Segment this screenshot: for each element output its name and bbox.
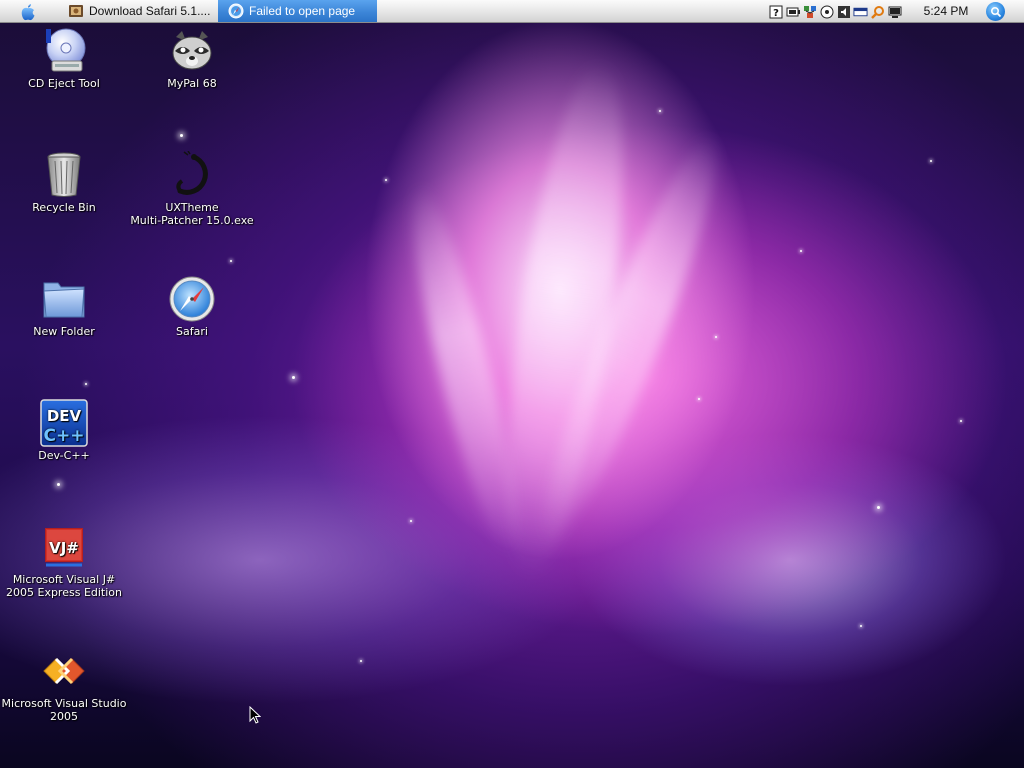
star xyxy=(960,420,962,422)
svg-text:C++: C++ xyxy=(44,426,85,446)
star xyxy=(860,625,862,627)
star xyxy=(292,376,295,379)
desktop-icon-recycle-bin[interactable]: Recycle Bin xyxy=(0,151,128,214)
battery-icon[interactable] xyxy=(785,4,800,19)
taskbar-item-download-safari[interactable]: Download Safari 5.1.... xyxy=(62,0,214,22)
desktop-icon-label: Microsoft Visual J# 2005 Express Edition xyxy=(6,573,122,599)
star xyxy=(715,336,717,338)
star xyxy=(385,179,387,181)
star xyxy=(800,250,802,252)
network-icon[interactable] xyxy=(802,4,817,19)
browser-icon xyxy=(69,5,83,17)
taskbar-item-failed-to-open-page[interactable]: Failed to open page xyxy=(218,0,377,22)
svg-text:VJ#: VJ# xyxy=(49,539,79,557)
devcpp-icon: DEV C++ xyxy=(40,399,88,447)
star xyxy=(57,483,60,486)
desktop-icon-visual-studio[interactable]: Microsoft Visual Studio 2005 xyxy=(0,647,128,723)
desktop-icon-label: New Folder xyxy=(33,325,95,338)
desktop-wallpaper xyxy=(0,0,1024,768)
star xyxy=(85,383,87,385)
svg-text:?: ? xyxy=(773,8,779,19)
desktop-icon-dev-cpp[interactable]: DEV C++ Dev-C++ xyxy=(0,399,128,462)
patcher-icon xyxy=(176,151,208,195)
system-tray: ? xyxy=(768,3,902,20)
desktop-icon-label: UXTheme Multi-Patcher 15.0.exe xyxy=(130,201,254,227)
safari-compass-icon xyxy=(228,3,244,19)
desktop-icon-label: Microsoft Visual Studio 2005 xyxy=(1,697,127,723)
star xyxy=(410,520,412,522)
cd-eject-icon xyxy=(46,28,86,72)
desktop-icon-label: Recycle Bin xyxy=(32,201,96,214)
desktop-icon-label: CD Eject Tool xyxy=(28,77,100,90)
star xyxy=(877,506,880,509)
spotlight-search-icon[interactable] xyxy=(986,2,1005,21)
desktop-icon-safari[interactable]: Safari xyxy=(128,275,256,338)
desktop-icon-label: Safari xyxy=(176,325,208,338)
vjsharp-icon: VJ# xyxy=(45,528,83,567)
keyboard-icon[interactable] xyxy=(853,4,868,19)
taskbar: Download Safari 5.1.... Failed to open p… xyxy=(0,0,1024,23)
taskbar-item-label: Failed to open page xyxy=(249,4,356,18)
star xyxy=(230,260,232,262)
star xyxy=(180,134,183,137)
desktop-icon-cd-eject-tool[interactable]: CD Eject Tool xyxy=(0,27,128,90)
help-icon[interactable]: ? xyxy=(768,4,783,19)
mouse-cursor-icon xyxy=(249,706,261,724)
trash-icon xyxy=(47,152,81,197)
search-tool-icon[interactable] xyxy=(870,4,885,19)
compass-icon xyxy=(169,276,215,322)
star xyxy=(930,160,932,162)
desktop-icon-uxtheme-patcher[interactable]: UXTheme Multi-Patcher 15.0.exe xyxy=(128,151,256,227)
clock[interactable]: 5:24 PM xyxy=(912,0,980,22)
star xyxy=(698,398,700,400)
desktop-icon-new-folder[interactable]: New Folder xyxy=(0,275,128,338)
display-icon[interactable] xyxy=(887,4,902,19)
folder-icon xyxy=(43,282,85,318)
taskbar-item-label: Download Safari 5.1.... xyxy=(89,4,211,18)
svg-text:DEV: DEV xyxy=(47,407,82,425)
star xyxy=(360,660,362,662)
desktop-icon-mypal[interactable]: MyPal 68 xyxy=(128,27,256,90)
desktop-icon-label: Dev-C++ xyxy=(38,449,90,462)
media-icon[interactable] xyxy=(819,4,834,19)
desktop-icon-visual-jsharp[interactable]: VJ# Microsoft Visual J# 2005 Express Edi… xyxy=(0,523,128,599)
desktop-icon-label: MyPal 68 xyxy=(167,77,217,90)
star xyxy=(659,110,661,112)
apple-menu-icon[interactable] xyxy=(18,2,38,21)
volume-icon[interactable] xyxy=(836,4,851,19)
raccoon-icon xyxy=(172,31,212,70)
visual-studio-icon xyxy=(43,657,85,685)
